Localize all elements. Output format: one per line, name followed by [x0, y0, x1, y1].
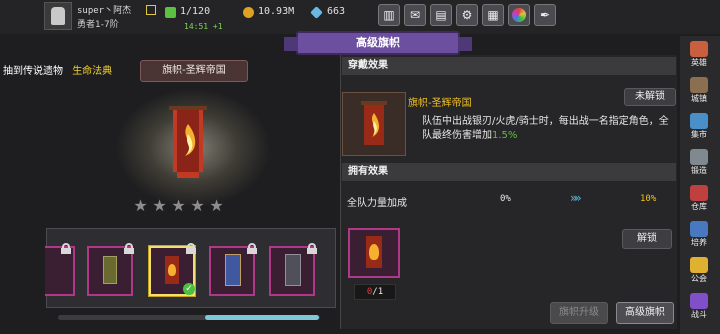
banner-icon [361, 101, 387, 145]
star-icon: ★ [133, 196, 148, 215]
owned-banner-slot[interactable] [348, 228, 400, 278]
banner-slot-row: ✓ [45, 228, 336, 308]
shop-icon: ▥ [383, 8, 395, 22]
sidebar-item-label: 英雄 [691, 58, 707, 67]
battle-icon [690, 293, 708, 309]
unlock-status-badge: 未解锁 [624, 88, 676, 106]
mail-button[interactable]: ✉ [404, 4, 426, 26]
own-effect-header: 拥有效果 [342, 163, 676, 181]
gift-button[interactable]: ▦ [482, 4, 504, 26]
star-icon: ★ [209, 196, 224, 215]
edit-icon[interactable] [146, 5, 156, 15]
lock-icon [186, 243, 196, 254]
hero-icon [690, 41, 708, 57]
sidebar-item-label: 城镇 [691, 94, 707, 103]
slot-scrollbar-thumb[interactable] [205, 315, 319, 320]
town-icon [690, 77, 708, 93]
settings-button[interactable]: ⚙ [456, 4, 478, 26]
tab-codex[interactable]: 生命法典 [72, 66, 112, 77]
stamina-icon [165, 7, 176, 18]
market-icon [690, 113, 708, 129]
banner-icon [225, 254, 241, 286]
unlock-button[interactable]: 解锁 [622, 229, 672, 249]
effect-name: 旗帜-圣辉帝国 [408, 98, 472, 109]
stamina-value: 1/120 [180, 6, 211, 17]
sidebar-item-train[interactable]: 培养 [683, 220, 715, 250]
check-icon: ✓ [183, 283, 195, 295]
gold-coin-icon [243, 7, 254, 18]
shop-button[interactable]: ▥ [378, 4, 400, 26]
sidebar-item-forge[interactable]: 锻造 [683, 148, 715, 178]
sidebar-item-label: 培养 [691, 238, 707, 247]
color-wheel-button[interactable] [508, 4, 530, 26]
feather-button[interactable]: ✒ [534, 4, 556, 26]
banner-upgrade-button[interactable]: 旗帜升级 [550, 302, 608, 324]
sidebar-item-label: 仓库 [691, 202, 707, 211]
flame-icon [369, 244, 379, 260]
warehouse-icon [690, 185, 708, 201]
gift-icon: ▦ [487, 8, 499, 22]
left-tabs: 抽到传说遗物 生命法典 [3, 62, 112, 77]
sidebar-item-label: 公会 [691, 274, 707, 283]
stat-current-value: 0% [500, 194, 511, 204]
lock-icon [61, 243, 71, 254]
gem-value: 663 [327, 6, 346, 17]
avatar[interactable] [44, 2, 72, 30]
guild-icon [690, 257, 708, 273]
effect-description: 队伍中出战银刃/火虎/骑士时，每出战一名指定角色，全队最终伤害增加1.5% [422, 115, 674, 143]
banner-name-plate: 旗帜-圣辉帝国 [140, 60, 248, 82]
lock-icon [124, 243, 134, 254]
stat-next-value: 10% [640, 194, 657, 204]
banner-icon [103, 256, 117, 284]
owned-total: /1 [372, 287, 384, 297]
color-wheel-icon [512, 8, 526, 22]
lock-icon [247, 243, 257, 254]
sidebar-item-label: 锻造 [691, 166, 707, 175]
star-icon: ★ [171, 196, 186, 215]
train-icon [690, 221, 708, 237]
wear-effect-header: 穿戴效果 [342, 57, 676, 75]
page-title: 高级旗帜 [284, 31, 472, 55]
forge-icon [690, 149, 708, 165]
lock-icon [307, 243, 317, 254]
player-rank: 勇者1-7阶 [77, 20, 119, 30]
effect-icon-box [342, 92, 406, 156]
sidebar-item-label: 战斗 [691, 310, 707, 319]
banner-icon [285, 254, 301, 286]
star-icon: ★ [152, 196, 167, 215]
feather-icon: ✒ [539, 8, 551, 22]
sidebar-item-warehouse[interactable]: 仓库 [683, 184, 715, 214]
advanced-banner-button[interactable]: 高级旗帜 [616, 302, 674, 324]
stamina-timer: 14:51 +1 [184, 22, 223, 31]
sidebar-item-market[interactable]: 集市 [683, 112, 715, 142]
flame-icon [168, 264, 176, 276]
chat-icon: ▤ [435, 8, 447, 22]
sidebar-item-hero[interactable]: 英雄 [683, 40, 715, 70]
sidebar-item-label: 集市 [691, 130, 707, 139]
effect-percent: 1.5% [492, 130, 518, 141]
chat-button[interactable]: ▤ [430, 4, 452, 26]
sidebar-item-town[interactable]: 城镇 [683, 76, 715, 106]
star-icon: ★ [190, 196, 205, 215]
star-rating: ★ ★ ★ ★ ★ [131, 196, 251, 216]
owned-count: 0/1 [354, 284, 396, 300]
sidebar-item-guild[interactable]: 公会 [683, 256, 715, 286]
gold-value: 10.93M [258, 6, 295, 17]
arrow-right-icon: »» [570, 191, 582, 205]
gear-icon: ⚙ [461, 8, 473, 22]
banner-preview-icon [169, 106, 207, 178]
stat-label: 全队力量加成 [347, 198, 407, 209]
sidebar-item-battle[interactable]: 战斗 [683, 292, 715, 322]
mail-icon: ✉ [409, 8, 421, 22]
username: super丶阿杰 [77, 6, 132, 16]
effect-description-text: 队伍中出战银刃/火虎/骑士时，每出战一名指定角色，全队最终伤害增加 [422, 116, 669, 141]
tab-legendary[interactable]: 抽到传说遗物 [3, 66, 63, 77]
